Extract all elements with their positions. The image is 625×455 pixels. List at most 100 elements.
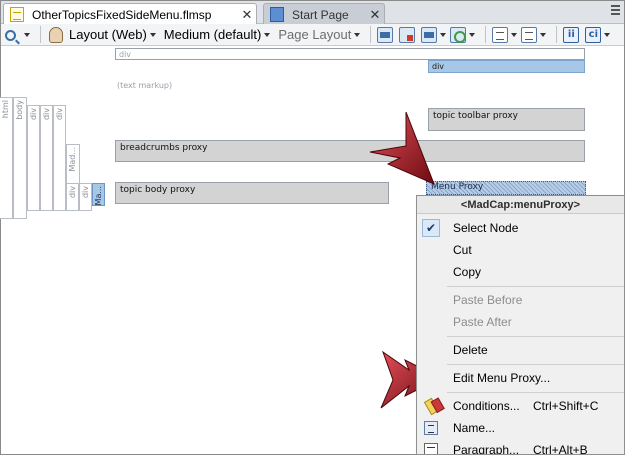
menu-item-conditions[interactable]: Conditions... Ctrl+Shift+C [417,396,624,416]
structure-bar-div[interactable]: div [79,183,92,211]
menu-proxy-block[interactable]: Menu Proxy [426,181,586,195]
show-conditions-icon[interactable]: ci [585,26,602,43]
context-menu: <MadCap:menuProxy> ✔ Select Node Cut Cop… [416,195,625,455]
chevron-down-icon[interactable] [540,32,547,37]
insert-variable-icon[interactable] [521,26,538,43]
structure-label: div [29,108,38,121]
div-block-top[interactable]: div [115,48,585,60]
chevron-down-icon [149,32,156,37]
div-block-selected[interactable]: div [428,60,585,73]
menu-item-select-node[interactable]: ✔ Select Node [417,218,624,238]
tab-strip: OtherTopicsFixedSideMenu.flmsp ✕ Start P… [1,1,624,25]
menu-item-delete[interactable]: Delete [417,340,624,360]
preview-icon[interactable] [5,29,16,41]
chevron-down-icon[interactable] [24,32,30,37]
structure-label: html [1,100,10,119]
layout-label: Layout (Web) [69,27,147,42]
insert-hyperlink-icon[interactable] [450,26,467,43]
menu-item-shortcut: Ctrl+Shift+C [533,399,599,413]
menu-separator [447,364,624,365]
menu-item-label: Paste After [453,315,512,329]
topic-body-proxy[interactable]: topic body proxy [115,182,389,204]
menu-separator [447,286,624,287]
toolbar-separator [485,26,487,43]
menu-item-shortcut: Ctrl+Alt+B [533,443,588,455]
show-blocks-icon[interactable] [399,26,416,43]
conditions-icon [423,397,439,415]
chevron-down-icon[interactable] [511,32,518,37]
menu-item-paste-after[interactable]: Paste After [417,312,624,332]
structure-label: body [15,100,24,120]
menu-item-edit-menu-proxy[interactable]: Edit Menu Proxy... [417,368,624,388]
chevron-down-icon [264,32,271,37]
menu-item-paste-before[interactable]: Paste Before [417,290,624,310]
toolbar-separator [40,26,41,43]
insert-snippet-icon[interactable] [492,26,509,43]
paragraph-icon [424,443,438,454]
show-tags-icon[interactable]: ii [563,26,580,43]
structure-label: div [42,108,51,121]
structure-bar-html[interactable]: html [0,97,13,219]
chevron-down-icon [354,32,361,37]
block-label: div [119,50,132,59]
tab-list-icon[interactable] [611,5,620,15]
structure-bar-body[interactable]: body [13,97,27,219]
menu-item-label: Cut [453,243,472,257]
proxy-label: topic toolbar proxy [433,111,518,121]
menu-item-copy[interactable]: Copy [417,262,624,282]
pan-hand-icon[interactable] [49,26,63,43]
proxy-label: Menu Proxy [431,182,484,192]
page-layout-label: Page Layout [278,27,352,42]
breadcrumbs-proxy[interactable]: breadcrumbs proxy [115,140,585,162]
chevron-down-icon[interactable] [604,32,611,37]
proxy-label: breadcrumbs proxy [120,143,208,153]
chevron-down-icon[interactable] [469,32,476,37]
page-layout-dropdown[interactable]: Page Layout [278,26,364,44]
menu-item-label: Name... [453,421,496,435]
chevron-down-icon[interactable] [440,32,447,37]
close-icon[interactable]: ✕ [366,7,384,23]
structure-bar-menu-proxy[interactable]: Ma... [92,183,105,206]
tab-document[interactable]: OtherTopicsFixedSideMenu.flmsp ✕ [3,3,257,25]
insert-image-icon[interactable] [421,26,438,43]
menu-item-name[interactable]: Name... [417,418,624,438]
menu-title: <MadCap:menuProxy> [417,196,624,214]
structure-label: Mad... [68,147,77,172]
toolbar-separator [556,26,558,43]
structure-label: Ma... [94,186,103,206]
document-icon [10,7,24,22]
menu-separator [447,336,624,337]
toolbar: Layout (Web) Medium (default) Page Layou… [1,24,624,46]
menu-separator [447,392,624,393]
menu-item-cut[interactable]: Cut [417,240,624,260]
callout-arrow-icon [369,112,435,185]
structure-label: div [55,108,64,121]
menu-item-label: Copy [453,265,482,279]
medium-label: Medium (default) [163,27,262,42]
text-markup-label: (text markup) [117,81,173,90]
topic-toolbar-proxy[interactable]: topic toolbar proxy [428,108,585,131]
menu-item-label: Select Node [453,221,519,235]
menu-item-paragraph[interactable]: Paragraph... Ctrl+Alt+B [417,440,624,455]
tab-start-page[interactable]: Start Page ✕ [263,3,385,25]
menu-item-label: Paragraph... [453,443,520,455]
tab-label: Start Page [292,7,349,22]
close-icon[interactable]: ✕ [238,7,256,23]
structure-bar-div[interactable]: div [66,183,79,211]
name-icon [424,421,438,435]
insert-proxy-icon[interactable] [377,26,394,43]
medium-dropdown[interactable]: Medium (default) [164,26,275,44]
block-label: div [432,62,445,71]
proxy-label: topic body proxy [120,185,196,195]
start-page-icon [270,7,284,22]
structure-bar-div[interactable]: div [40,105,53,211]
structure-bar-div[interactable]: div [53,105,66,211]
menu-item-label: Delete [453,343,488,357]
layout-dropdown[interactable]: Layout (Web) [69,26,160,44]
structure-label: div [68,186,77,199]
toolbar-separator [370,26,372,43]
structure-bar-div[interactable]: div [27,105,40,211]
checkmark-icon: ✔ [422,219,440,237]
menu-item-label: Edit Menu Proxy... [453,371,551,385]
menu-item-label: Paste Before [453,293,523,307]
